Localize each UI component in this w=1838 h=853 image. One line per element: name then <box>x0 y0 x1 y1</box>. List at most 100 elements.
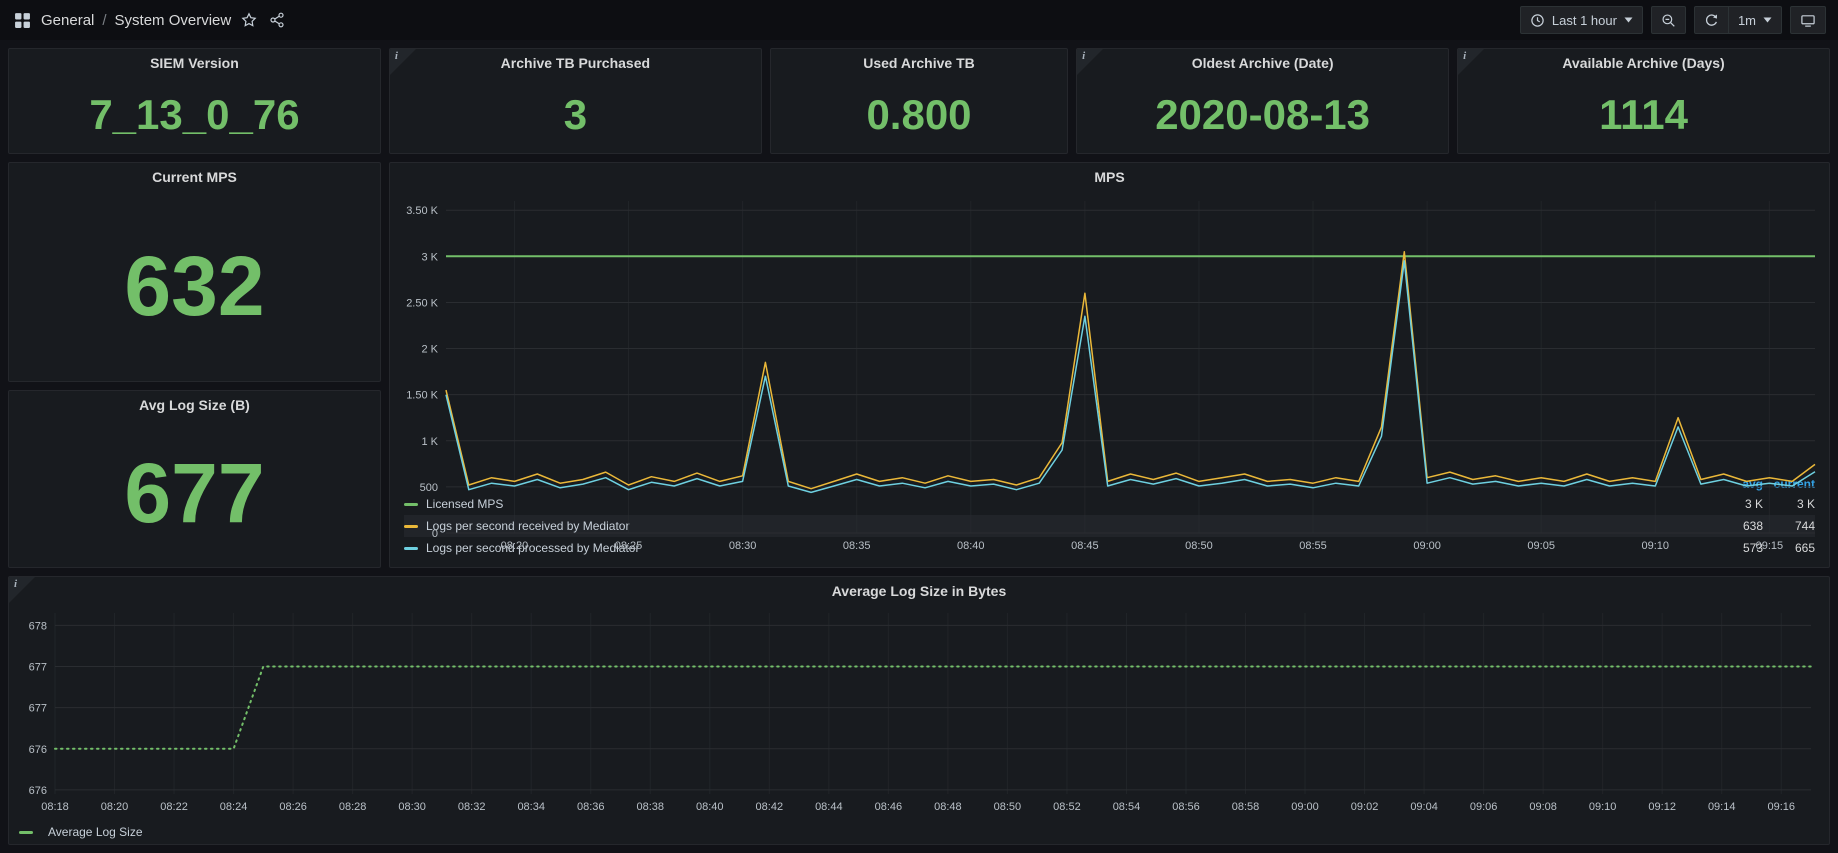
stat-value: 1114 <box>1458 77 1829 153</box>
x-tick-label: 09:08 <box>1529 801 1557 813</box>
x-tick-label: 09:16 <box>1767 801 1795 813</box>
refresh-interval-select[interactable]: 1m <box>1728 6 1782 34</box>
breadcrumb-separator: / <box>102 12 106 29</box>
x-tick-label: 09:12 <box>1648 801 1676 813</box>
panel-archive-tb-purchased: i Archive TB Purchased 3 <box>389 48 762 154</box>
x-tick-label: 08:20 <box>501 540 529 552</box>
legend-series-name[interactable]: Average Log Size <box>48 825 143 839</box>
panel-used-archive-tb: Used Archive TB 0.800 <box>770 48 1068 154</box>
star-icon[interactable] <box>239 10 259 30</box>
stat-value: 7_13_0_76 <box>9 77 380 153</box>
x-tick-label: 09:00 <box>1413 540 1441 552</box>
panel-info-icon[interactable]: i <box>1077 49 1103 75</box>
panel-available-archive-days: i Available Archive (Days) 1114 <box>1457 48 1830 154</box>
zoom-out-button[interactable] <box>1651 6 1686 34</box>
dashboards-grid-icon[interactable] <box>12 10 33 31</box>
panel-title[interactable]: SIEM Version <box>9 49 380 77</box>
x-tick-label: 08:48 <box>934 801 962 813</box>
avg-log-size-chart[interactable]: 08:18 08:20 08:22 08:24 08:26 08:28 08:30 08:32… <box>9 605 1829 820</box>
x-tick-label: 08:36 <box>577 801 605 813</box>
y-tick-label: 2 K <box>421 344 438 356</box>
x-tick-label: 08:56 <box>1172 801 1200 813</box>
x-tick-label: 09:04 <box>1410 801 1438 813</box>
stat-value: 0.800 <box>771 77 1067 153</box>
panel-mps-graph: MPS 08:20 08:25 08:30 08:35 08:40 08:45 08:50 0… <box>389 162 1830 568</box>
x-tick-label: 09:10 <box>1642 540 1670 552</box>
mps-chart[interactable]: 08:2008:2508:3008:3508:4008:4508:5008:55… <box>390 191 1829 473</box>
x-tick-label: 08:34 <box>517 801 545 813</box>
dashboard: SIEM Version 7_13_0_76 i Archive TB Purc… <box>0 40 1838 853</box>
x-tick-label: 08:40 <box>957 540 985 552</box>
y-tick-label: 677 <box>29 661 47 673</box>
share-icon[interactable] <box>267 10 287 30</box>
panel-info-icon[interactable]: i <box>9 577 35 603</box>
x-tick-label: 08:24 <box>220 801 248 813</box>
y-tick-label: 3 K <box>421 251 438 263</box>
y-tick-label: 676 <box>29 785 47 797</box>
y-tick-label: 678 <box>29 620 47 632</box>
panel-info-icon[interactable]: i <box>1458 49 1484 75</box>
panel-title[interactable]: Average Log Size in Bytes <box>9 577 1829 605</box>
x-tick-label: 08:30 <box>398 801 426 813</box>
stat-value: 3 <box>390 77 761 153</box>
panel-title[interactable]: MPS <box>390 163 1829 191</box>
x-tick-label: 08:28 <box>339 801 367 813</box>
x-tick-label: 08:46 <box>875 801 903 813</box>
x-tick-label: 08:52 <box>1053 801 1081 813</box>
avg-log-legend: Average Log Size <box>9 820 1829 844</box>
x-tick-label: 08:42 <box>756 801 784 813</box>
x-tick-label: 08:44 <box>815 801 843 813</box>
panel-title[interactable]: Available Archive (Days) <box>1458 49 1829 77</box>
x-tick-label: 08:45 <box>1071 540 1099 552</box>
y-tick-label: 0 <box>432 528 438 540</box>
x-tick-label: 09:02 <box>1351 801 1379 813</box>
avg_log_size-svg: 08:18 08:20 08:22 08:24 08:26 08:28 08:30 08:32… <box>9 605 1829 820</box>
panel-title[interactable]: Archive TB Purchased <box>390 49 761 77</box>
x-tick-label: 08:25 <box>615 540 643 552</box>
time-range-picker[interactable]: Last 1 hour <box>1520 6 1643 34</box>
series-line <box>446 252 1815 489</box>
refresh-interval-label: 1m <box>1738 13 1756 28</box>
chevron-down-icon <box>1624 17 1633 23</box>
panel-oldest-archive-date: i Oldest Archive (Date) 2020-08-13 <box>1076 48 1449 154</box>
mps-svg: 08:20 08:25 08:30 08:35 08:40 08:45 08:50 08:55… <box>390 191 1829 557</box>
time-range-label: Last 1 hour <box>1552 13 1617 28</box>
y-tick-label: 677 <box>29 703 47 715</box>
x-tick-label: 08:20 <box>101 801 129 813</box>
x-tick-label: 08:22 <box>160 801 188 813</box>
refresh-button[interactable] <box>1694 6 1729 34</box>
x-tick-label: 08:30 <box>729 540 757 552</box>
chevron-down-icon <box>1763 17 1772 23</box>
x-tick-label: 08:54 <box>1113 801 1141 813</box>
stat-value: 632 <box>9 191 380 381</box>
x-tick-label: 08:26 <box>279 801 307 813</box>
breadcrumb-dashboard-title[interactable]: System Overview <box>115 12 232 29</box>
x-tick-label: 09:06 <box>1470 801 1498 813</box>
cycle-view-button[interactable] <box>1790 6 1826 34</box>
x-tick-label: 08:58 <box>1232 801 1260 813</box>
panel-title[interactable]: Current MPS <box>9 163 380 191</box>
x-tick-label: 09:15 <box>1756 540 1784 552</box>
breadcrumb-section[interactable]: General <box>41 12 94 29</box>
x-tick-label: 08:32 <box>458 801 486 813</box>
panel-title[interactable]: Oldest Archive (Date) <box>1077 49 1448 77</box>
y-tick-label: 3.50 K <box>406 205 438 217</box>
x-tick-label: 08:35 <box>843 540 871 552</box>
x-tick-label: 08:38 <box>636 801 664 813</box>
y-tick-label: 500 <box>420 482 438 494</box>
panel-info-icon[interactable]: i <box>390 49 416 75</box>
panel-avg-log-size: Avg Log Size (B) 677 <box>8 390 381 568</box>
x-tick-label: 08:18 <box>41 801 69 813</box>
x-tick-label: 09:14 <box>1708 801 1736 813</box>
x-tick-label: 09:00 <box>1291 801 1319 813</box>
x-tick-label: 08:40 <box>696 801 724 813</box>
navbar: General / System Overview Last 1 hour 1m <box>0 0 1838 40</box>
x-tick-label: 08:55 <box>1299 540 1327 552</box>
panel-average-log-size-graph: i Average Log Size in Bytes 08:1808:2008… <box>8 576 1830 845</box>
x-tick-label: 08:50 <box>1185 540 1213 552</box>
panel-title[interactable]: Avg Log Size (B) <box>9 391 380 419</box>
legend-swatch <box>19 831 33 834</box>
panel-title[interactable]: Used Archive TB <box>771 49 1067 77</box>
y-tick-label: 676 <box>29 744 47 756</box>
stat-value: 677 <box>9 419 380 567</box>
